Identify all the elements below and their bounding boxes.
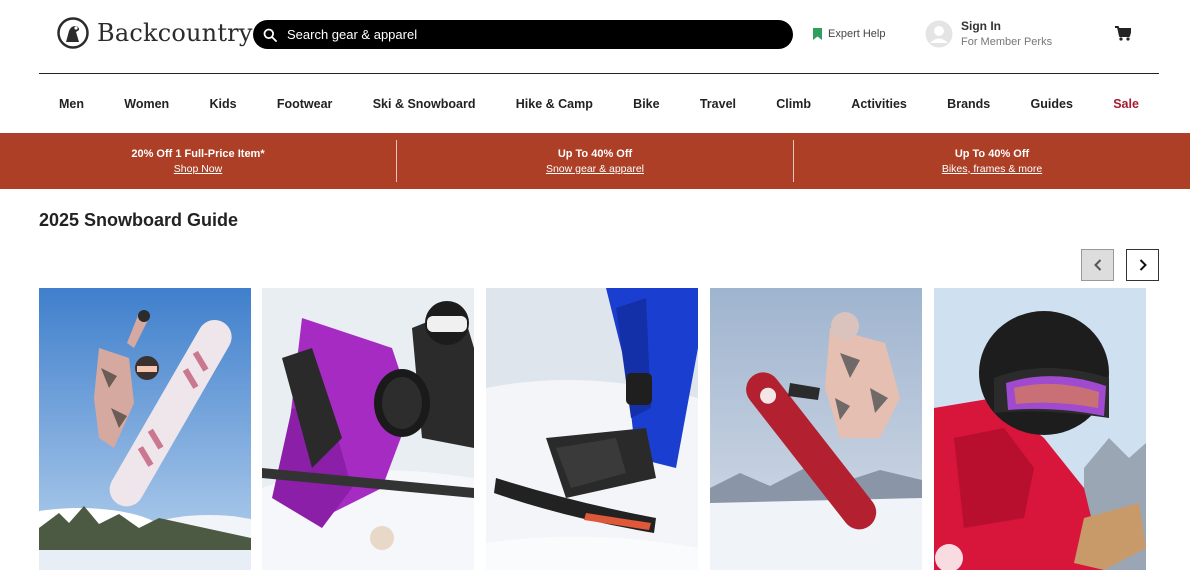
brand-name: Backcountry (97, 19, 253, 47)
chevron-left-icon (1093, 259, 1101, 271)
nav-item-travel[interactable]: Travel (700, 97, 736, 111)
nav-item-sale[interactable]: Sale (1113, 97, 1139, 111)
expert-help-label: Expert Help (828, 28, 886, 40)
nav-item-kids[interactable]: Kids (209, 97, 236, 111)
nav-item-brands[interactable]: Brands (947, 97, 990, 111)
snowboard-guide-carousel (39, 288, 1159, 570)
promo-title: 20% Off 1 Full-Price Item* (131, 147, 265, 160)
promo-link[interactable]: Shop Now (0, 163, 396, 175)
sign-in-label: Sign In (961, 19, 1001, 33)
carousel-next-button[interactable] (1126, 249, 1159, 281)
carousel-card[interactable] (262, 288, 474, 570)
header-divider (39, 73, 1159, 74)
promo-banner: 20% Off 1 Full-Price Item* Shop Now Up T… (0, 133, 1190, 189)
snowboarder-photo (39, 288, 251, 570)
nav-item-men[interactable]: Men (59, 97, 84, 111)
promo-title: Up To 40% Off (954, 147, 1030, 160)
carousel-prev-button[interactable] (1081, 249, 1114, 281)
promo-item: 20% Off 1 Full-Price Item* Shop Now (0, 140, 396, 182)
chevron-right-icon (1139, 259, 1147, 271)
sign-in-sublabel: For Member Perks (961, 36, 1053, 48)
promo-title: Up To 40% Off (557, 147, 633, 160)
snowboard-jump-photo (710, 288, 922, 570)
carousel-card[interactable] (934, 288, 1146, 570)
carousel-card[interactable] (486, 288, 698, 570)
search-bar[interactable] (253, 20, 793, 49)
next-card-photo (1158, 288, 1159, 570)
nav-item-footwear[interactable]: Footwear (277, 97, 333, 111)
header: Backcountry Expert Help Sign In For Memb… (0, 0, 1190, 72)
nav-item-hike-camp[interactable]: Hike & Camp (516, 97, 593, 111)
account-link[interactable]: Sign In For Member Perks (925, 19, 1052, 48)
nav-item-ski-snowboard[interactable]: Ski & Snowboard (373, 97, 476, 111)
promo-item: Up To 40% Off Bikes, frames & more (793, 140, 1190, 182)
nav-item-activities[interactable]: Activities (851, 97, 907, 111)
avatar-icon (925, 20, 953, 47)
nav-item-women[interactable]: Women (124, 97, 169, 111)
main-nav: Men Women Kids Footwear Ski & Snowboard … (39, 90, 1159, 118)
carousel-card-peek (1158, 288, 1159, 570)
search-icon (263, 28, 277, 42)
carousel-card[interactable] (39, 288, 251, 570)
expert-help-link[interactable]: Expert Help (813, 28, 885, 40)
nav-item-bike[interactable]: Bike (633, 97, 659, 111)
carousel-card[interactable] (710, 288, 922, 570)
bindings-photo (486, 288, 698, 570)
logo[interactable]: Backcountry (57, 17, 253, 49)
promo-link[interactable]: Bikes, frames & more (794, 163, 1190, 175)
helmet-goggles-photo (934, 288, 1146, 570)
purple-pants-photo (262, 288, 474, 570)
bookmark-icon (813, 28, 822, 40)
promo-item: Up To 40% Off Snow gear & apparel (396, 140, 793, 182)
cart-icon[interactable] (1115, 26, 1131, 41)
promo-link[interactable]: Snow gear & apparel (397, 163, 793, 175)
logo-mark-icon (57, 17, 89, 49)
search-input[interactable] (287, 27, 767, 42)
section-title: 2025 Snowboard Guide (39, 210, 239, 230)
nav-item-climb[interactable]: Climb (776, 97, 811, 111)
nav-item-guides[interactable]: Guides (1031, 97, 1073, 111)
